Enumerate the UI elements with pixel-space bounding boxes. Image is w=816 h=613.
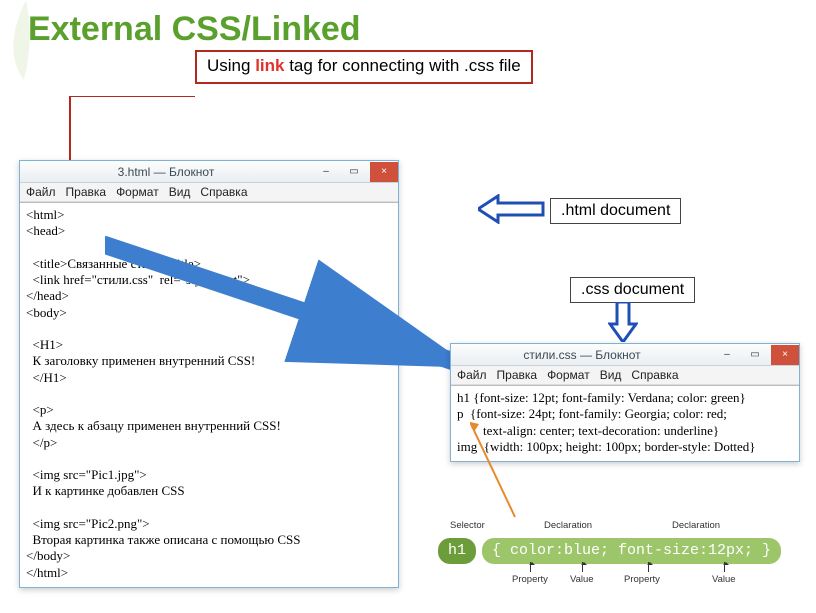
menu-view[interactable]: Вид bbox=[169, 185, 191, 199]
menu-file[interactable]: Файл bbox=[457, 368, 487, 382]
label-html-document: .html document bbox=[550, 198, 681, 224]
notepad-css-menu: Файл Правка Формат Вид Справка bbox=[451, 366, 799, 385]
menu-format[interactable]: Формат bbox=[547, 368, 590, 382]
label-css-document: .css document bbox=[570, 277, 695, 303]
close-button[interactable]: × bbox=[370, 162, 398, 182]
arrow-html-doc-icon bbox=[478, 194, 548, 224]
syntax-declaration-pill: { color:blue; font-size:12px; } bbox=[482, 538, 781, 564]
callout-post: tag for connecting with .css file bbox=[284, 56, 520, 75]
label-property-1: Property bbox=[512, 574, 548, 585]
menu-edit[interactable]: Правка bbox=[66, 185, 107, 199]
css-syntax-diagram: h1 { color:blue; font-size:12px; } bbox=[438, 538, 781, 564]
menu-view[interactable]: Вид bbox=[600, 368, 622, 382]
label-declaration-1: Declaration bbox=[544, 520, 592, 531]
maximize-button[interactable]: ▭ bbox=[741, 345, 769, 365]
menu-edit[interactable]: Правка bbox=[497, 368, 538, 382]
minimize-button[interactable]: – bbox=[713, 345, 741, 365]
maximize-button[interactable]: ▭ bbox=[340, 162, 368, 182]
slide-title: External CSS/Linked bbox=[28, 10, 361, 49]
menu-format[interactable]: Формат bbox=[116, 185, 159, 199]
menu-help[interactable]: Справка bbox=[200, 185, 247, 199]
menu-file[interactable]: Файл bbox=[26, 185, 56, 199]
menu-help[interactable]: Справка bbox=[631, 368, 678, 382]
label-selector: Selector bbox=[450, 520, 485, 531]
label-property-2: Property bbox=[624, 574, 660, 585]
notepad-html-menu: Файл Правка Формат Вид Справка bbox=[20, 183, 398, 202]
minimize-button[interactable]: – bbox=[312, 162, 340, 182]
callout-pre: Using bbox=[207, 56, 255, 75]
callout-highlight: link bbox=[255, 56, 284, 75]
notepad-html-title: 3.html — Блокнот bbox=[20, 165, 312, 179]
notepad-css-header: стили.css — Блокнот – ▭ × bbox=[451, 344, 799, 366]
arrow-link-to-css bbox=[105, 212, 465, 372]
close-button[interactable]: × bbox=[771, 345, 799, 365]
syntax-selector-pill: h1 bbox=[438, 538, 476, 564]
label-value-2: Value bbox=[712, 574, 736, 585]
arrow-css-doc-icon bbox=[608, 302, 638, 342]
arrow-selector-icon bbox=[470, 422, 530, 522]
notepad-html-header: 3.html — Блокнот – ▭ × bbox=[20, 161, 398, 183]
callout-link-tag: Using link tag for connecting with .css … bbox=[195, 50, 533, 84]
notepad-css-title: стили.css — Блокнот bbox=[451, 348, 713, 362]
label-declaration-2: Declaration bbox=[672, 520, 720, 531]
label-value-1: Value bbox=[570, 574, 594, 585]
